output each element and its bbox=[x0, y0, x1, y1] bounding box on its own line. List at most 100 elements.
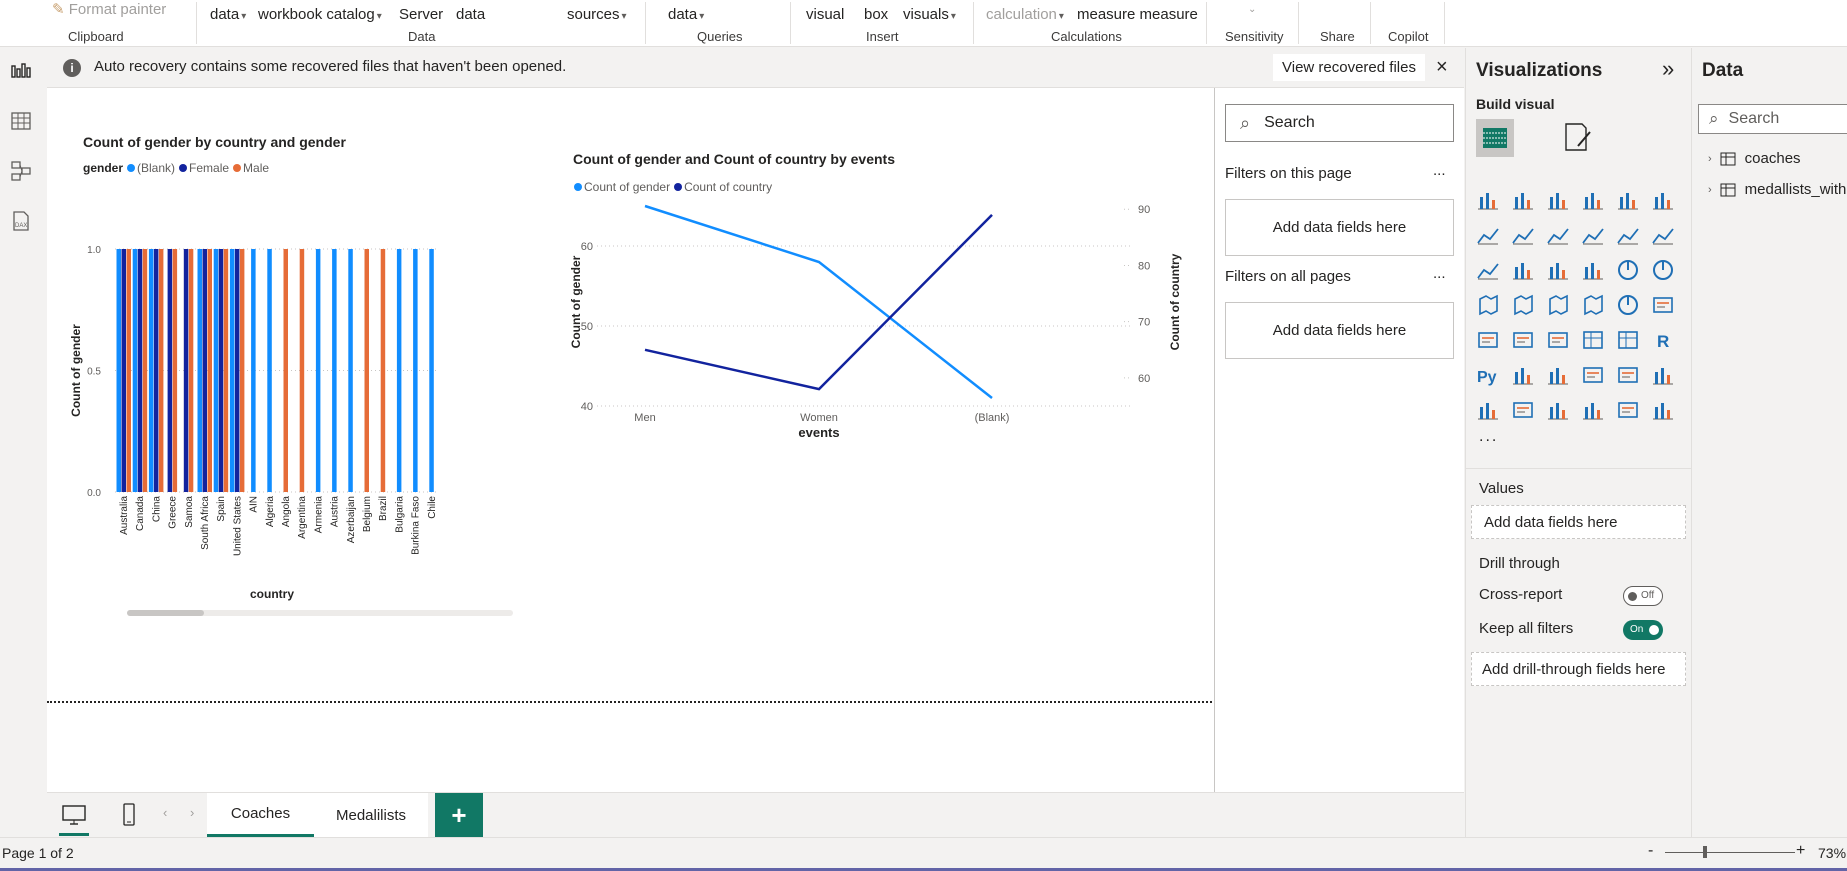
stacked-column-chart-icon[interactable] bbox=[1511, 188, 1535, 212]
decomposition-tree-icon[interactable] bbox=[1546, 363, 1570, 387]
python-visual-icon[interactable]: Py bbox=[1476, 363, 1500, 387]
x-tick-label: Chile bbox=[427, 496, 438, 519]
power-apps-icon[interactable] bbox=[1476, 398, 1500, 422]
matrix-icon[interactable] bbox=[1616, 328, 1640, 352]
donut-chart-icon[interactable] bbox=[1651, 258, 1675, 282]
drill-through-well[interactable]: Add drill-through fields here bbox=[1471, 652, 1686, 686]
key-influencers-icon[interactable] bbox=[1511, 363, 1535, 387]
chart2-line-chart[interactable]: 40506060708090Count of gender Count of co… bbox=[567, 188, 1187, 448]
line-and-column-chart-icon[interactable] bbox=[1616, 223, 1640, 247]
collapse-pane-icon[interactable]: » bbox=[1662, 56, 1674, 82]
table-icon[interactable] bbox=[1581, 328, 1605, 352]
get-data-button[interactable]: data ▾ bbox=[210, 6, 246, 23]
desktop-layout-icon[interactable] bbox=[61, 803, 87, 827]
stacked-area-chart-icon[interactable] bbox=[1546, 223, 1570, 247]
group-sensitivity: Sensitivity bbox=[1225, 29, 1284, 44]
all-pages-filter-well[interactable]: Add data fields here bbox=[1225, 302, 1454, 359]
waterfall-chart-icon[interactable] bbox=[1511, 258, 1535, 282]
excel-workbook-button[interactable]: workbook catalog ▾ bbox=[258, 6, 382, 23]
paginated-report-icon[interactable] bbox=[1616, 363, 1640, 387]
area-chart-icon[interactable] bbox=[1511, 223, 1535, 247]
next-page-icon[interactable]: › bbox=[190, 805, 194, 820]
series-line bbox=[644, 213, 993, 391]
view-recovered-files-button[interactable]: View recovered files bbox=[1273, 54, 1425, 81]
tab-medalilists[interactable]: Medalilists bbox=[314, 793, 428, 837]
filled-map-icon[interactable] bbox=[1546, 293, 1570, 317]
zoom-slider[interactable] bbox=[1665, 852, 1795, 853]
add-page-button[interactable]: + bbox=[435, 793, 483, 837]
treemap-icon[interactable] bbox=[1476, 293, 1500, 317]
more-visuals-button[interactable]: visuals ▾ bbox=[903, 6, 956, 23]
power-automate-icon[interactable] bbox=[1546, 398, 1570, 422]
100-stacked-area-chart-icon[interactable] bbox=[1581, 223, 1605, 247]
ribbon-chart-icon[interactable] bbox=[1476, 258, 1500, 282]
r-visual-icon[interactable]: R bbox=[1651, 328, 1675, 352]
metrics-icon[interactable] bbox=[1651, 363, 1675, 387]
new-visual-button[interactable]: visual bbox=[806, 6, 844, 23]
transform-data-button[interactable]: data ▾ bbox=[668, 6, 704, 23]
close-icon[interactable]: × bbox=[1436, 56, 1448, 79]
azure-ml-icon[interactable] bbox=[1581, 398, 1605, 422]
cross-report-toggle[interactable]: Off bbox=[1623, 586, 1663, 606]
previous-page-icon[interactable]: ‹ bbox=[163, 805, 167, 820]
format-visual-icon[interactable] bbox=[1560, 120, 1596, 156]
line-chart-icon[interactable] bbox=[1476, 223, 1500, 247]
qa-icon[interactable] bbox=[1581, 363, 1605, 387]
page-filter-well[interactable]: Add data fields here bbox=[1225, 199, 1454, 256]
100-stacked-bar-chart-icon[interactable] bbox=[1616, 188, 1640, 212]
zoom-slider-thumb[interactable] bbox=[1703, 846, 1707, 858]
data-search-input[interactable]: ⌕ Search bbox=[1698, 104, 1847, 134]
enter-data-button[interactable]: data bbox=[456, 6, 485, 23]
scrollbar-thumb[interactable] bbox=[127, 610, 204, 616]
filter-search-input[interactable]: ⌕ Search bbox=[1225, 104, 1454, 142]
format-painter-button[interactable]: ✎ Format painter bbox=[52, 0, 166, 18]
new-calculation-button[interactable]: calculation ▾ bbox=[986, 6, 1064, 23]
map-icon[interactable] bbox=[1511, 293, 1535, 317]
table-item-medallists[interactable]: › medallists_with bbox=[1708, 181, 1846, 198]
status-bar: Page 1 of 2 - + 73% bbox=[0, 837, 1847, 868]
kpi-icon[interactable] bbox=[1511, 328, 1535, 352]
values-well[interactable]: Add data fields here bbox=[1471, 505, 1686, 539]
narrative-icon[interactable] bbox=[1616, 398, 1640, 422]
scatter-chart-icon[interactable] bbox=[1581, 258, 1605, 282]
zoom-level[interactable]: 73% bbox=[1818, 845, 1846, 861]
clustered-column-chart-icon[interactable] bbox=[1581, 188, 1605, 212]
clustered-bar-chart-icon[interactable] bbox=[1546, 188, 1570, 212]
tab-coaches[interactable]: Coaches bbox=[207, 793, 314, 837]
zoom-in-button[interactable]: + bbox=[1796, 842, 1805, 860]
stacked-bar-chart-icon[interactable] bbox=[1476, 188, 1500, 212]
keep-all-filters-toggle[interactable]: On bbox=[1623, 620, 1663, 640]
100-stacked-column-chart-icon[interactable] bbox=[1651, 188, 1675, 212]
table-view-icon[interactable] bbox=[9, 109, 33, 133]
bar bbox=[116, 249, 121, 492]
sql-server-button[interactable]: Server bbox=[399, 6, 443, 23]
zoom-out-button[interactable]: - bbox=[1648, 842, 1653, 860]
recent-sources-button[interactable]: sources ▾ bbox=[567, 6, 627, 23]
card-new-icon[interactable] bbox=[1511, 398, 1535, 422]
gauge-icon[interactable] bbox=[1616, 293, 1640, 317]
text-box-button[interactable]: box bbox=[864, 6, 888, 23]
quick-measure-button[interactable]: measure measure bbox=[1077, 6, 1198, 23]
build-visual-tab[interactable] bbox=[1476, 119, 1514, 157]
more-options-icon[interactable]: ... bbox=[1433, 162, 1446, 179]
card-icon[interactable] bbox=[1651, 293, 1675, 317]
model-view-icon[interactable] bbox=[9, 159, 33, 183]
chart1-bar-chart[interactable]: 0.0 0.5 1.0 Count of gender country Australia… bbox=[47, 168, 527, 628]
table-item-coaches[interactable]: › coaches bbox=[1708, 150, 1801, 167]
x-tick-label: Burkina Faso bbox=[411, 496, 422, 555]
line-and-clustered-column-icon[interactable] bbox=[1651, 223, 1675, 247]
report-view-icon[interactable] bbox=[9, 59, 33, 83]
more-icon[interactable] bbox=[1651, 398, 1675, 422]
more-options-icon[interactable]: ... bbox=[1433, 265, 1446, 282]
horizontal-scrollbar[interactable] bbox=[127, 610, 513, 616]
dax-query-view-icon[interactable]: DAX bbox=[9, 209, 33, 233]
funnel-chart-icon[interactable] bbox=[1546, 258, 1570, 282]
mobile-layout-icon[interactable] bbox=[121, 802, 137, 828]
slicer-icon[interactable] bbox=[1546, 328, 1570, 352]
pie-chart-icon[interactable] bbox=[1616, 258, 1640, 282]
multi-row-card-icon[interactable] bbox=[1476, 328, 1500, 352]
report-canvas[interactable]: Count of gender by country and gender ge… bbox=[47, 88, 1214, 792]
azure-map-icon[interactable] bbox=[1581, 293, 1605, 317]
chevron-down-icon[interactable]: ⌄ bbox=[1248, 4, 1256, 15]
more-visuals-icon[interactable]: ... bbox=[1479, 428, 1498, 446]
